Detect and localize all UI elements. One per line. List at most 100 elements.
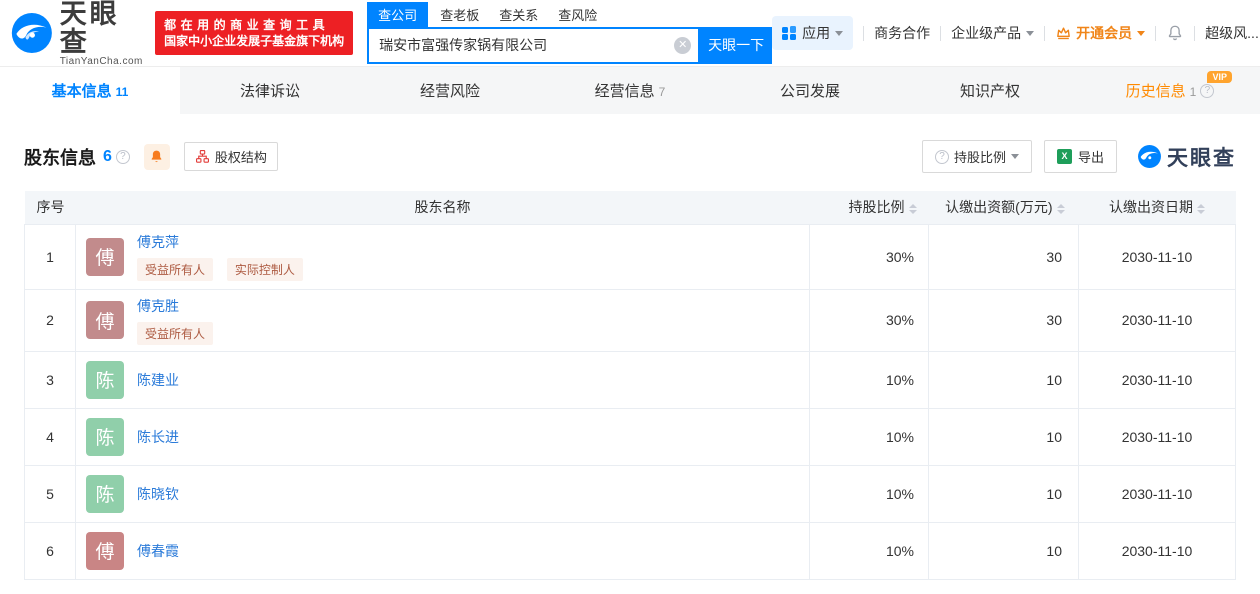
chevron-down-icon: [1010, 154, 1019, 159]
clear-search-icon[interactable]: [674, 36, 692, 54]
help-icon[interactable]: [115, 149, 130, 164]
chevron-down-icon: [1026, 30, 1035, 36]
row-index: 1: [24, 223, 76, 290]
ratio-cell: 10%: [809, 464, 929, 523]
table-row: 5 陈 陈晓钦 10% 10 2030-11-10: [24, 464, 1236, 523]
ratio-cell: 30%: [809, 288, 929, 352]
search-tab-relation[interactable]: 查关系: [499, 2, 538, 27]
ratio-cell: 30%: [809, 223, 929, 290]
shareholder-name-link[interactable]: 陈建业: [137, 372, 179, 388]
tab-intellectual-property[interactable]: 知识产权: [900, 67, 1080, 114]
sort-icon[interactable]: [1056, 203, 1065, 214]
nav-cooperation[interactable]: 商务合作: [874, 23, 930, 43]
section-header: 股东信息 6 股权结构 持股比例 导出: [24, 140, 1236, 173]
logo-domain: TianYanCha.com: [59, 55, 143, 67]
shareholder-name-link[interactable]: 陈长进: [137, 429, 179, 445]
search-tab-boss[interactable]: 查老板: [440, 2, 479, 27]
watermark-logo: 天眼查: [1137, 142, 1236, 172]
export-button[interactable]: 导出: [1043, 140, 1117, 173]
ratio-cell: 10%: [809, 521, 929, 580]
excel-icon: [1056, 149, 1072, 164]
amount-cell: 10: [928, 350, 1079, 409]
help-icon: [1200, 83, 1215, 98]
row-index: 6: [24, 521, 76, 580]
search-button[interactable]: 天眼一下: [700, 26, 773, 64]
avatar: 陈: [86, 417, 124, 456]
section-title: 股东信息: [24, 147, 96, 168]
monitor-bell-button[interactable]: [143, 143, 170, 170]
avatar: 傅: [86, 531, 124, 570]
tab-basic-info[interactable]: 基本信息 11: [0, 67, 180, 114]
help-icon: [934, 149, 949, 164]
holding-ratio-filter-button[interactable]: 持股比例: [921, 140, 1032, 173]
chevron-down-icon: [1137, 30, 1146, 36]
promo-banner: 都在用的商业查询工具 国家中小企业发展子基金旗下机构: [155, 11, 354, 55]
date-cell: 2030-11-10: [1078, 350, 1236, 409]
avatar: 陈: [86, 474, 124, 513]
search-tab-risk[interactable]: 查风险: [558, 2, 597, 27]
tianyancha-logo-icon: [11, 12, 52, 54]
logo-name: 天眼查: [59, 0, 120, 57]
bell-icon: [152, 150, 162, 163]
nav-open-vip[interactable]: 开通会员: [1055, 23, 1146, 43]
ratio-cell: 10%: [809, 407, 929, 466]
shareholder-tag: 实际控制人: [226, 258, 303, 281]
top-header: 天眼查 TianYanCha.com 都在用的商业查询工具 国家中小企业发展子基…: [0, 0, 1260, 67]
row-index: 5: [24, 464, 76, 523]
main-content: 股东信息 6 股权结构 持股比例 导出: [0, 114, 1260, 580]
row-index: 4: [24, 407, 76, 466]
top-nav: 应用 商务合作 企业级产品 开通会员 超级风...: [772, 16, 1260, 50]
amount-cell: 30: [928, 288, 1079, 352]
shareholder-name-link[interactable]: 陈晓钦: [137, 486, 179, 502]
avatar: 陈: [86, 360, 124, 399]
ratio-cell: 10%: [809, 350, 929, 409]
tab-business-info[interactable]: 经营信息 7: [540, 67, 720, 114]
row-index: 3: [24, 350, 76, 409]
tab-company-development[interactable]: 公司发展: [720, 67, 900, 114]
shareholder-table: 序号 股东名称 持股比例 认缴出资额(万元) 认缴出资日期 1 傅 傅克萍 受益…: [24, 191, 1236, 580]
amount-cell: 10: [928, 407, 1079, 466]
date-cell: 2030-11-10: [1078, 407, 1236, 466]
table-row: 6 傅 傅春霞 10% 10 2030-11-10: [24, 521, 1236, 580]
tab-legal-proceedings[interactable]: 法律诉讼: [180, 67, 360, 114]
amount-cell: 10: [928, 521, 1079, 580]
col-header-name: 股东名称: [75, 191, 810, 225]
date-cell: 2030-11-10: [1078, 464, 1236, 523]
nav-enterprise-products[interactable]: 企业级产品: [951, 23, 1035, 43]
col-header-amount[interactable]: 认缴出资额(万元): [928, 191, 1079, 225]
vip-badge: VIP: [1207, 71, 1232, 83]
page-tab-bar: 基本信息 11 法律诉讼 经营风险 经营信息 7 公司发展 知识产权 VIP 历史信…: [0, 67, 1260, 114]
tab-operational-risk[interactable]: 经营风险: [360, 67, 540, 114]
shareholder-name-link[interactable]: 傅春霞: [137, 543, 179, 559]
crown-icon: [1057, 26, 1071, 39]
amount-cell: 10: [928, 464, 1079, 523]
col-header-date[interactable]: 认缴出资日期: [1078, 191, 1236, 225]
equity-structure-button[interactable]: 股权结构: [183, 142, 278, 171]
col-header-ratio[interactable]: 持股比例: [809, 191, 929, 225]
date-cell: 2030-11-10: [1078, 521, 1236, 580]
nav-apps-label: 应用: [802, 25, 831, 41]
nav-super-risk[interactable]: 超级风...: [1205, 23, 1260, 43]
nav-apps[interactable]: 应用: [772, 16, 854, 50]
promo-banner-line1: 都在用的商业查询工具: [164, 18, 330, 32]
search-area: 查公司 查老板 查关系 查风险 天眼一下: [367, 1, 773, 64]
search-tabs: 查公司 查老板 查关系 查风险: [367, 1, 772, 27]
equity-structure-icon: [195, 150, 209, 163]
notification-bell-icon[interactable]: [1166, 24, 1184, 42]
table-row: 4 陈 陈长进 10% 10 2030-11-10: [24, 407, 1236, 466]
app-grid-icon: [782, 26, 797, 40]
search-input[interactable]: [367, 26, 701, 64]
sort-icon[interactable]: [1197, 203, 1205, 214]
table-header-row: 序号 股东名称 持股比例 认缴出资额(万元) 认缴出资日期: [24, 191, 1236, 225]
shareholder-name-link[interactable]: 傅克胜: [137, 298, 179, 314]
chevron-down-icon: [835, 30, 844, 36]
search-tab-company[interactable]: 查公司: [367, 1, 429, 27]
shareholder-name-link[interactable]: 傅克萍: [137, 234, 179, 250]
tianyancha-logo[interactable]: 天眼查 TianYanCha.com: [10, 0, 145, 67]
shareholder-tag: 受益所有人: [137, 258, 214, 281]
tab-history-info[interactable]: VIP 历史信息 1: [1080, 67, 1260, 114]
sort-icon[interactable]: [908, 203, 917, 214]
amount-cell: 30: [928, 223, 1079, 290]
shareholder-count: 6: [103, 147, 112, 165]
table-row: 2 傅 傅克胜 受益所有人 30% 30 2030-11-10: [24, 288, 1236, 352]
